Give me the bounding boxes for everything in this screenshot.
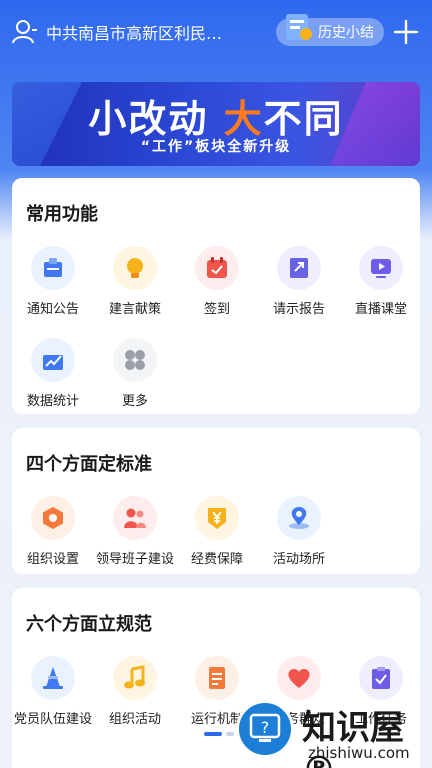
location-icon	[277, 496, 321, 540]
promo-banner[interactable]: 小改动 大不同 “工作”板块全新升级	[12, 82, 420, 166]
org-setup-label: 组织设置	[26, 552, 79, 567]
org-activity-label: 组织活动	[108, 712, 161, 727]
common-functions-card: 常用功能 通知公告 建言献策 签到 请示报告 直播课堂 数据统计 更多	[12, 178, 420, 414]
team-icon	[113, 496, 157, 540]
pager-dot-active	[204, 732, 222, 736]
add-button[interactable]	[392, 18, 420, 46]
statistics-label: 数据统计	[26, 394, 79, 409]
heart-icon	[277, 656, 321, 700]
bulb-icon	[113, 246, 157, 290]
venue-label: 活动场所	[272, 552, 325, 567]
cone-icon	[31, 656, 75, 700]
calendar-icon	[195, 246, 239, 290]
report-label: 请示报告	[272, 302, 325, 317]
checkin-label: 签到	[203, 302, 230, 317]
watermark-logo-icon: ?	[236, 700, 294, 758]
more-label: 更多	[121, 394, 148, 409]
banner-title-highlight: 大	[223, 97, 264, 141]
report-icon	[277, 246, 321, 290]
notice-item[interactable]: 通知公告	[12, 246, 94, 317]
live-class-label: 直播课堂	[354, 302, 407, 317]
leadership-label: 领导班子建设	[95, 552, 174, 567]
checkin-item[interactable]: 签到	[176, 246, 258, 317]
suggestion-label: 建言献策	[108, 302, 161, 317]
banner-title: 小改动 大不同	[12, 88, 420, 143]
watermark-url: zhishiwu.com	[308, 744, 410, 762]
statistics-item[interactable]: 数据统计	[12, 338, 94, 409]
report-item[interactable]: 请示报告	[258, 246, 340, 317]
svg-text:?: ?	[261, 718, 270, 737]
history-label: 历史小结	[318, 25, 374, 41]
yen-icon	[195, 496, 239, 540]
watermark: ? 知识屋® zhishiwu.com	[236, 700, 432, 768]
suggestion-item[interactable]: 建言献策	[94, 246, 176, 317]
leadership-item[interactable]: 领导班子建设	[94, 496, 176, 567]
common-functions-title: 常用功能	[26, 204, 98, 225]
notice-icon	[31, 246, 75, 290]
history-summary-button[interactable]: 历史小结	[276, 14, 384, 46]
task-icon	[359, 656, 403, 700]
banner-title-part1: 小改动	[88, 97, 209, 141]
live-class-item[interactable]: 直播课堂	[340, 246, 422, 317]
banner-subtitle: “工作”板块全新升级	[140, 139, 292, 155]
four-standards-title: 四个方面定标准	[26, 454, 152, 475]
member-building-label: 党员队伍建设	[13, 712, 92, 727]
more-item[interactable]: 更多	[94, 338, 176, 409]
music-icon	[113, 656, 157, 700]
history-icon	[286, 14, 312, 40]
org-activity-item[interactable]: 组织活动	[94, 656, 176, 727]
venue-item[interactable]: 活动场所	[258, 496, 340, 567]
chart-icon	[31, 338, 75, 382]
notice-label: 通知公告	[26, 302, 79, 317]
four-standards-card: 四个方面定标准 组织设置 领导班子建设 经费保障 活动场所	[12, 428, 420, 574]
banner-title-part3: 不同	[263, 97, 344, 141]
six-norms-title: 六个方面立规范	[26, 614, 152, 635]
more-icon	[113, 338, 157, 382]
member-building-item[interactable]: 党员队伍建设	[12, 656, 94, 727]
live-icon	[359, 246, 403, 290]
funding-item[interactable]: 经费保障	[176, 496, 258, 567]
hexagon-icon	[31, 496, 75, 540]
org-setup-item[interactable]: 组织设置	[12, 496, 94, 567]
user-icon[interactable]	[12, 19, 38, 45]
pager-dot	[226, 732, 234, 736]
funding-label: 经费保障	[190, 552, 243, 567]
document-icon	[195, 656, 239, 700]
org-name[interactable]: 中共南昌市高新区利民…	[46, 20, 246, 44]
